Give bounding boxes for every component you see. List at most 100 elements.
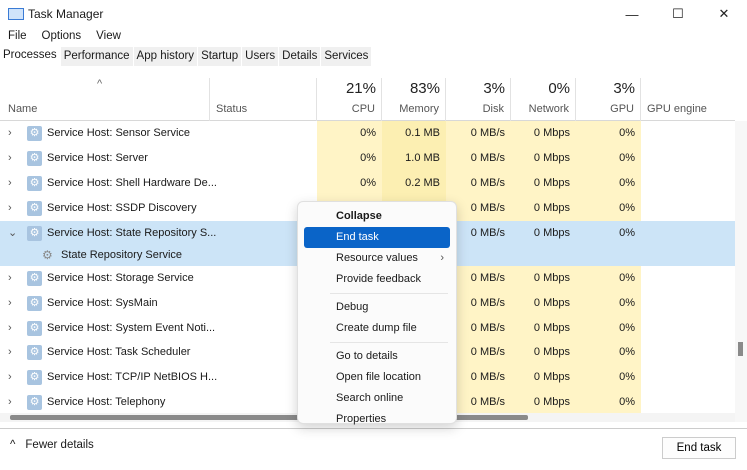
menu-item-properties[interactable]: Properties xyxy=(304,409,450,430)
memory-total: 83% xyxy=(409,80,440,97)
chevron-right-icon[interactable]: › xyxy=(8,146,12,171)
vertical-scrollbar[interactable] xyxy=(735,121,747,422)
menu-item-label: Provide feedback xyxy=(336,273,421,285)
menu-view[interactable]: View xyxy=(88,28,128,46)
gear-icon: ⚙ xyxy=(27,296,42,311)
gpu-total: 3% xyxy=(613,80,635,97)
col-gpu[interactable]: 3% GPU xyxy=(576,78,641,121)
tab-performance[interactable]: Performance xyxy=(60,47,134,66)
net-value: 0 Mbps xyxy=(511,121,576,146)
disk-value: 0 MB/s xyxy=(446,121,511,146)
tab-startup[interactable]: Startup xyxy=(198,47,243,66)
minimize-button[interactable]: — xyxy=(609,0,655,28)
tab-processes[interactable]: Processes xyxy=(0,47,61,66)
context-menu: Collapse End task Resource values › Provide … xyxy=(297,201,457,425)
process-name: Service Host: Task Scheduler xyxy=(47,346,191,358)
col-gpu-engine[interactable]: GPU engine xyxy=(641,78,735,121)
tab-services[interactable]: Services xyxy=(321,47,373,66)
chevron-down-icon[interactable]: ⌄ xyxy=(8,221,17,246)
gpu-value: 0% xyxy=(576,365,641,390)
gpu-value: 0% xyxy=(576,171,641,196)
net-value: 0 Mbps xyxy=(511,340,576,365)
service-name: State Repository Service xyxy=(61,249,183,261)
col-gpu-label: GPU xyxy=(610,103,634,115)
column-header: ^ Name Status 21% CPU 83% Memory 3% Disk… xyxy=(0,78,735,121)
menu-item-debug[interactable]: Debug xyxy=(304,297,450,318)
table-row[interactable]: › ⚙ Service Host: Server 0% 1.0 MB 0 MB/s 0 Mb… xyxy=(0,146,735,171)
net-value: 0 Mbps xyxy=(511,291,576,316)
menu-separator xyxy=(330,342,448,343)
gpu-value: 0% xyxy=(576,291,641,316)
gpu-value: 0% xyxy=(576,196,641,221)
process-name: Service Host: Server xyxy=(47,152,148,164)
col-network[interactable]: 0% Network xyxy=(511,78,576,121)
tab-users[interactable]: Users xyxy=(242,47,280,66)
col-gpu-engine-label: GPU engine xyxy=(647,103,707,115)
maximize-button[interactable]: ☐ xyxy=(655,0,701,28)
gear-icon: ⚙ xyxy=(27,176,42,191)
close-button[interactable]: ✕ xyxy=(701,0,747,28)
gear-icon: ⚙ xyxy=(27,370,42,385)
col-cpu[interactable]: 21% CPU xyxy=(317,78,382,121)
net-value: 0 Mbps xyxy=(511,365,576,390)
chevron-right-icon[interactable]: › xyxy=(8,291,12,316)
col-status[interactable]: Status xyxy=(210,78,317,121)
menu-item-collapse[interactable]: Collapse xyxy=(304,206,450,227)
fewer-details-label: Fewer details xyxy=(25,439,94,451)
chevron-right-icon[interactable]: › xyxy=(8,196,12,221)
cpu-value: 0% xyxy=(317,171,382,196)
gpu-value xyxy=(576,244,641,266)
chevron-right-icon[interactable]: › xyxy=(8,390,12,413)
menu-item-go-to-details[interactable]: Go to details xyxy=(304,346,450,367)
gpu-value: 0% xyxy=(576,146,641,171)
tab-details[interactable]: Details xyxy=(279,47,322,66)
menu-item-label: Open file location xyxy=(336,371,421,383)
menu-item-label: Resource values xyxy=(336,252,418,264)
chevron-right-icon: › xyxy=(440,252,444,264)
col-memory[interactable]: 83% Memory xyxy=(382,78,446,121)
fewer-details-button[interactable]: ^ Fewer details xyxy=(10,439,94,451)
menu-item-provide-feedback[interactable]: Provide feedback xyxy=(304,269,450,290)
footer: ^ Fewer details End task xyxy=(0,428,747,470)
table-row[interactable]: › ⚙ Service Host: Shell Hardware De... 0% 0.… xyxy=(0,171,735,196)
menu-item-open-file-location[interactable]: Open file location xyxy=(304,367,450,388)
tab-app-history[interactable]: App history xyxy=(133,47,199,66)
menu-file[interactable]: File xyxy=(0,28,34,46)
vertical-scroll-thumb[interactable] xyxy=(738,342,743,356)
menu-bar: File Options View xyxy=(0,28,128,46)
menu-options[interactable]: Options xyxy=(34,28,89,46)
gear-icon: ⚙ xyxy=(27,226,42,241)
menu-item-resource-values[interactable]: Resource values › xyxy=(304,248,450,269)
process-name: Service Host: SSDP Discovery xyxy=(47,202,197,214)
gear-icon: ⚙ xyxy=(27,345,42,360)
chevron-right-icon[interactable]: › xyxy=(8,365,12,390)
net-value: 0 Mbps xyxy=(511,196,576,221)
process-name: Service Host: Storage Service xyxy=(47,272,194,284)
menu-item-end-task[interactable]: End task xyxy=(304,227,450,248)
net-value: 0 Mbps xyxy=(511,316,576,341)
menu-item-create-dump-file[interactable]: Create dump file xyxy=(304,318,450,339)
chevron-right-icon[interactable]: › xyxy=(8,266,12,291)
net-value: 0 Mbps xyxy=(511,146,576,171)
menu-item-search-online[interactable]: Search online xyxy=(304,388,450,409)
chevron-right-icon[interactable]: › xyxy=(8,316,12,341)
tab-bar: Processes Performance App history Startu… xyxy=(0,47,373,66)
process-name: Service Host: System Event Noti... xyxy=(47,322,216,334)
col-disk[interactable]: 3% Disk xyxy=(446,78,511,121)
process-name: Service Host: TCP/IP NetBIOS H... xyxy=(47,371,218,383)
process-name: Service Host: Shell Hardware De... xyxy=(47,177,217,189)
chevron-right-icon[interactable]: › xyxy=(8,121,12,146)
menu-item-label: Go to details xyxy=(336,350,398,362)
menu-item-label: Properties xyxy=(336,413,387,425)
col-name[interactable]: ^ Name xyxy=(0,78,210,121)
chevron-right-icon[interactable]: › xyxy=(8,171,12,196)
chevron-right-icon[interactable]: › xyxy=(8,340,12,365)
network-total: 0% xyxy=(548,80,570,97)
gpu-value: 0% xyxy=(576,121,641,146)
sort-up-icon: ^ xyxy=(97,78,103,90)
end-task-button[interactable]: End task xyxy=(662,437,736,459)
table-row[interactable]: › ⚙ Service Host: Sensor Service 0% 0.1 MB 0 … xyxy=(0,121,735,146)
disk-value: 0 MB/s xyxy=(446,171,511,196)
process-name: Service Host: Telephony xyxy=(47,396,166,408)
col-cpu-label: CPU xyxy=(351,103,375,115)
